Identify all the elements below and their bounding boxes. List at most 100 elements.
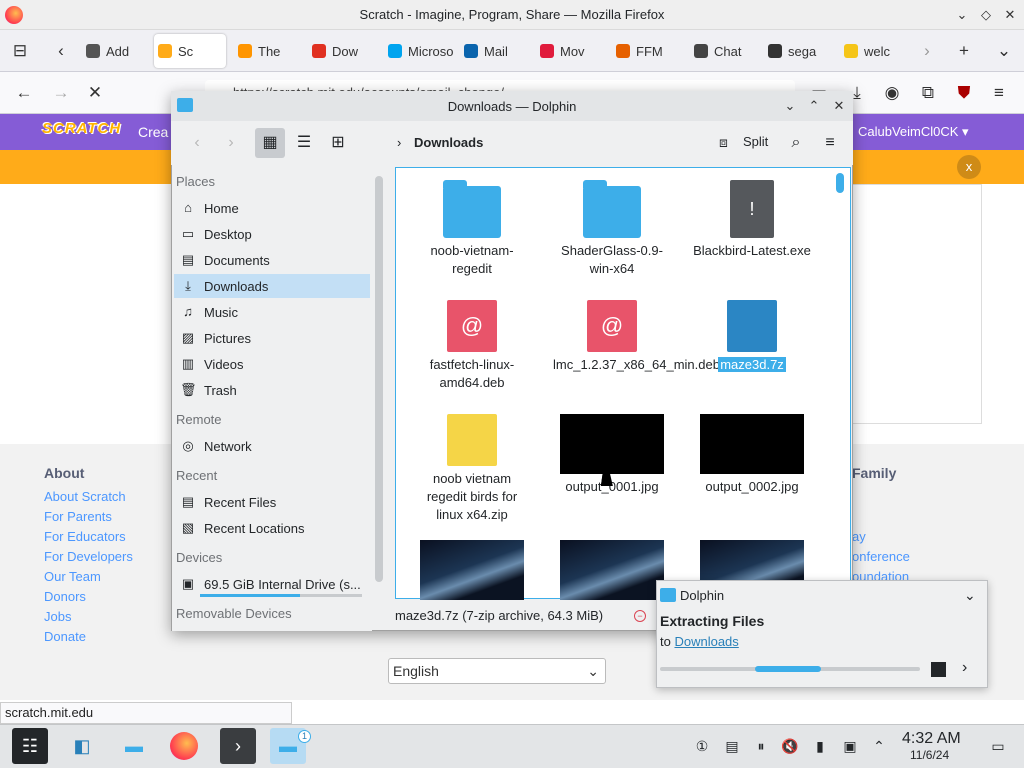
footer-about-link[interactable]: Jobs: [44, 609, 71, 624]
extensions-icon[interactable]: ⧉: [917, 82, 939, 104]
file-item[interactable]: maze3d.7z: [693, 300, 811, 374]
back-icon[interactable]: ←: [13, 82, 35, 104]
scratch-user-menu[interactable]: CalubVeimCl0CK ▾: [858, 124, 969, 140]
notification-downloads-link[interactable]: Downloads: [674, 634, 738, 649]
places-item-documents[interactable]: ▤ Documents: [174, 248, 370, 272]
places-scrollbar[interactable]: [375, 176, 383, 582]
tab-7[interactable]: FFM: [612, 34, 684, 68]
file-item[interactable]: @ fastfetch-linux-amd64.deb: [413, 300, 531, 392]
compact-view-icon[interactable]: ☰: [289, 128, 319, 158]
stop-icon[interactable]: −: [634, 610, 646, 622]
footer-family-link[interactable]: ay: [852, 529, 866, 544]
language-select[interactable]: English ⌄: [388, 658, 606, 684]
minimize-icon[interactable]: ⌄: [952, 5, 972, 25]
footer-family-link[interactable]: onference: [852, 549, 910, 564]
scratch-logo[interactable]: SCRATCH: [42, 120, 120, 142]
tab-2[interactable]: The: [234, 34, 298, 68]
footer-about-link[interactable]: For Parents: [44, 509, 112, 524]
footer-about-link[interactable]: Our Team: [44, 569, 101, 584]
places-item-recent-locations[interactable]: ▧ Recent Locations: [174, 516, 370, 540]
split-button[interactable]: Split: [743, 134, 768, 149]
file-name: fastfetch-linux-amd64.deb: [429, 357, 515, 390]
tab-3[interactable]: Dow: [308, 34, 376, 68]
places-item-trash[interactable]: 🗑 Trash: [174, 378, 370, 402]
breadcrumb-downloads[interactable]: Downloads: [414, 135, 483, 150]
stop-loading-icon[interactable]: ✕: [84, 82, 106, 104]
footer-about-link[interactable]: About Scratch: [44, 489, 126, 504]
close-window-icon[interactable]: ✕: [1000, 5, 1020, 25]
list-all-tabs-icon[interactable]: ⌄: [993, 40, 1015, 62]
ublock-icon[interactable]: ⛊: [953, 82, 975, 104]
footer-about-link[interactable]: For Educators: [44, 529, 126, 544]
hamburger-menu-icon[interactable]: ≡: [815, 128, 845, 158]
clock-date[interactable]: 11/6/24: [910, 748, 949, 762]
places-item-recent-files[interactable]: ▤ Recent Files: [174, 490, 370, 514]
new-tab-icon[interactable]: +: [953, 40, 975, 62]
file-item[interactable]: noob-vietnam-regedit: [413, 180, 531, 278]
scroll-tabs-left-icon[interactable]: ‹: [50, 40, 72, 62]
dolphin-forward-icon[interactable]: ›: [216, 128, 246, 158]
tab-1[interactable]: Sc: [154, 34, 226, 68]
stop-job-icon[interactable]: [931, 662, 946, 677]
footer-about-link[interactable]: Donate: [44, 629, 86, 644]
icons-view-icon[interactable]: ▦: [255, 128, 285, 158]
tab-5[interactable]: Mail: [460, 34, 530, 68]
search-icon[interactable]: ⌕: [781, 128, 811, 158]
forward-icon[interactable]: →: [50, 82, 72, 104]
places-item-videos[interactable]: ▥ Videos: [174, 352, 370, 376]
places-item-music[interactable]: ♫ Music: [174, 300, 370, 324]
tab-8[interactable]: Chat: [690, 34, 758, 68]
tray-expand-icon[interactable]: ⌃: [869, 736, 889, 756]
file-item[interactable]: noob vietnam regedit birds for linux x64…: [413, 414, 531, 524]
places-item-label: Music: [204, 304, 238, 320]
file-item[interactable]: ! Blackbird-Latest.exe: [693, 180, 811, 260]
account-icon[interactable]: ◉: [881, 82, 903, 104]
tab-overview-icon[interactable]: ⊟: [9, 40, 31, 62]
network-icon[interactable]: ▣: [840, 736, 860, 756]
media-pause-icon[interactable]: ⏸: [751, 736, 771, 756]
file-item[interactable]: ShaderGlass-0.9-win-x64: [553, 180, 671, 278]
file-item[interactable]: output_0002.jpg: [693, 414, 811, 496]
places-item-69-5-gib-internal-drive-s-[interactable]: ▣ 69.5 GiB Internal Drive (s...: [174, 572, 370, 596]
app-menu-icon[interactable]: ≡: [988, 82, 1010, 104]
dolphin-close-icon[interactable]: ✕: [831, 98, 847, 114]
scratch-create-link[interactable]: Crea: [138, 124, 168, 140]
dolphin-minimize-icon[interactable]: ⌄: [782, 98, 798, 114]
notifications-tray-icon[interactable]: ①: [692, 736, 712, 756]
places-item-home[interactable]: ⌂ Home: [174, 196, 370, 220]
dolphin-maximize-icon[interactable]: ⌃: [806, 98, 822, 114]
maximize-icon[interactable]: ◇: [976, 5, 996, 25]
clock-time[interactable]: 4:32 AM: [902, 730, 961, 748]
file-manager-icon[interactable]: ▬: [116, 728, 152, 764]
tab-6[interactable]: Mov: [536, 34, 606, 68]
battery-icon[interactable]: ▮: [810, 736, 830, 756]
tab-label: Mov: [560, 43, 585, 59]
dolphin-back-icon[interactable]: ‹: [182, 128, 212, 158]
file-item[interactable]: @ lmc_1.2.37_x86_64_min.deb: [553, 300, 720, 374]
tab-0[interactable]: Add: [82, 34, 142, 68]
discover-icon[interactable]: ◧: [64, 728, 100, 764]
places-item-network[interactable]: ◎ Network: [174, 434, 370, 458]
volume-muted-icon[interactable]: 🔇: [780, 736, 800, 756]
file-item-partial[interactable]: [413, 540, 531, 604]
places-item-desktop[interactable]: ▭ Desktop: [174, 222, 370, 246]
notification-collapse-icon[interactable]: ⌄: [964, 587, 976, 604]
tab-9[interactable]: sega: [764, 34, 834, 68]
app-launcher-icon[interactable]: ☷: [12, 728, 48, 764]
clipboard-icon[interactable]: ▤: [722, 736, 742, 756]
places-item-downloads[interactable]: ⤓ Downloads: [174, 274, 370, 298]
tab-4[interactable]: Microso: [384, 34, 454, 68]
file-item-partial[interactable]: [553, 540, 671, 604]
file-view-scrollbar[interactable]: [836, 173, 844, 193]
footer-about-link[interactable]: Donors: [44, 589, 86, 604]
banner-close-button[interactable]: x: [957, 155, 981, 179]
footer-about-link[interactable]: For Developers: [44, 549, 133, 564]
terminal-icon[interactable]: ›: [220, 728, 256, 764]
firefox-task-icon[interactable]: [166, 728, 202, 764]
tab-10[interactable]: welc: [840, 34, 904, 68]
show-desktop-icon[interactable]: ▭: [988, 736, 1008, 756]
details-view-icon[interactable]: ⊞: [323, 128, 353, 158]
places-item-pictures[interactable]: ▨ Pictures: [174, 326, 370, 350]
scroll-tabs-right-icon[interactable]: ›: [916, 40, 938, 62]
notification-details-icon[interactable]: ›: [962, 659, 967, 677]
